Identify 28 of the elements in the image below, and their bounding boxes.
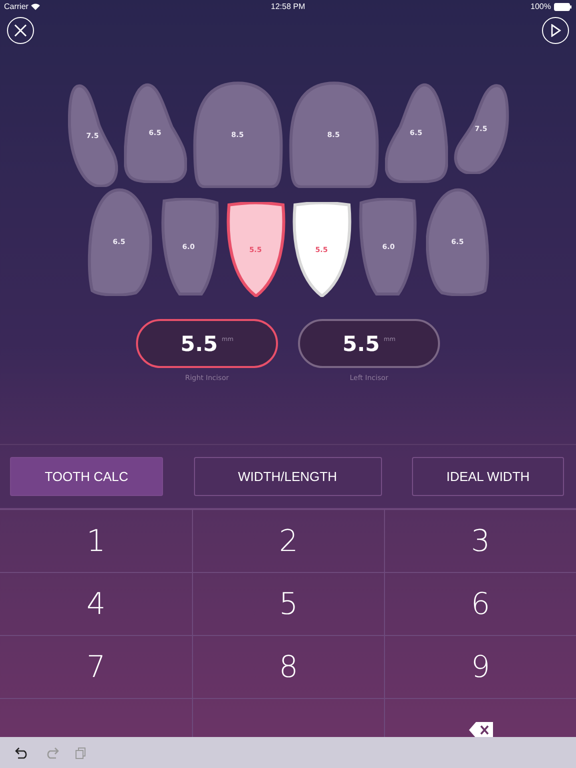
carrier-text: Carrier — [4, 2, 28, 11]
keypad-key[interactable]: 1 — [0, 509, 192, 572]
measurement-value: 5.5 — [180, 332, 218, 356]
play-icon — [550, 24, 561, 37]
measurement-value: 5.5 — [342, 332, 380, 356]
mode-tab[interactable]: IDEAL WIDTH — [412, 457, 564, 496]
battery-icon — [554, 2, 572, 10]
keypad-key[interactable]: 6 — [384, 572, 576, 635]
keypad-key[interactable]: 3 — [384, 509, 576, 572]
keypad-key[interactable]: 7 — [0, 635, 192, 698]
keypad-key[interactable]: 8 — [192, 635, 384, 698]
undo-icon[interactable] — [15, 746, 29, 758]
keypad-key[interactable]: 2 — [192, 509, 384, 572]
redo-icon[interactable] — [45, 746, 59, 758]
battery-text: 100% — [530, 2, 551, 11]
mode-tab[interactable]: WIDTH/LENGTH — [194, 457, 382, 496]
close-icon — [14, 24, 27, 37]
clock-text: 12:58 PM — [270, 2, 306, 11]
keypad-key[interactable]: 5 — [192, 572, 384, 635]
close-button[interactable] — [7, 17, 34, 44]
copy-icon[interactable] — [75, 746, 86, 758]
tooth-icon[interactable] — [226, 202, 285, 297]
backspace-icon[interactable] — [468, 721, 494, 737]
play-button[interactable] — [542, 17, 569, 44]
keypad-key[interactable]: 4 — [0, 572, 192, 635]
keypad-key[interactable]: 9 — [384, 635, 576, 698]
wifi-icon — [31, 3, 40, 10]
mode-tab[interactable]: TOOTH CALC — [10, 457, 163, 496]
